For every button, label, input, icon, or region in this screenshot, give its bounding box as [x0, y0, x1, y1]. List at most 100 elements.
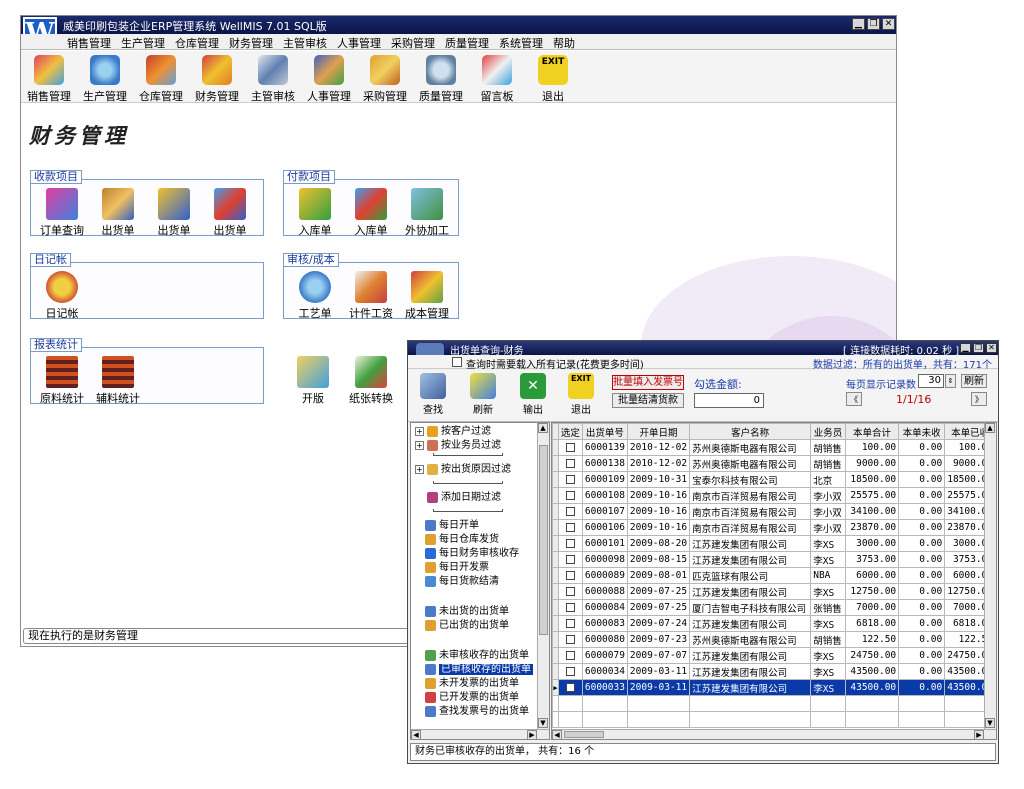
- table-row[interactable]: 6000084 2009-07-25 厦门吉智电子科技有限公司 张销售 7000.00 0…: [552, 599, 996, 616]
- toolbar-message-board[interactable]: 留言板: [469, 53, 525, 103]
- row-select-cell[interactable]: [557, 567, 583, 584]
- table-row[interactable]: 6000101 2009-08-20 江苏建发集团有限公司 李XS 3000.00 0.0…: [552, 535, 996, 552]
- row-select-cell[interactable]: [557, 679, 583, 696]
- journal-button[interactable]: 日记帐: [34, 271, 90, 321]
- menu-hr[interactable]: 人事管理: [337, 35, 381, 51]
- stock-in-button[interactable]: 入库单: [287, 188, 343, 238]
- per-page-spinner[interactable]: ⇕: [945, 374, 956, 388]
- menu-finance[interactable]: 财务管理: [229, 35, 273, 51]
- col-header[interactable]: 业务员: [810, 423, 846, 440]
- table-row[interactable]: 6000089 2009-08-01 匹克篮球有限公司 NBA 6000.00 0.00 6…: [552, 567, 996, 584]
- paper-convert-button[interactable]: 纸张转换: [343, 356, 399, 406]
- batch-invoice-button[interactable]: 批量填入发票号: [612, 375, 684, 390]
- row-checkbox[interactable]: [565, 539, 575, 548]
- row-select-cell[interactable]: [557, 439, 583, 456]
- toolbar-warehouse[interactable]: 仓库管理: [133, 53, 189, 103]
- minimize-button[interactable]: ▁: [852, 18, 865, 30]
- row-select-cell[interactable]: [557, 631, 583, 648]
- batch-settle-button[interactable]: 批量结清货款: [612, 393, 684, 408]
- per-page-input[interactable]: 30: [918, 374, 944, 388]
- tree-item[interactable]: 每日财务审核收存: [425, 547, 519, 561]
- tree-item[interactable]: 添加日期过滤: [415, 491, 501, 505]
- row-checkbox[interactable]: [565, 667, 575, 676]
- table-row[interactable]: 6000109 2009-10-31 宝泰尔科技有限公司 北京 18500.00 0.00…: [552, 471, 996, 488]
- scroll-left-arrow[interactable]: ◀: [552, 730, 562, 739]
- toolbar-hr[interactable]: 人事管理: [301, 53, 357, 103]
- tree-item[interactable]: 查找发票号的出货单: [425, 705, 529, 719]
- scroll-right-arrow[interactable]: ▶: [974, 730, 984, 739]
- row-select-cell[interactable]: [557, 663, 583, 680]
- table-row[interactable]: 6000108 2009-10-16 南京市百洋贸易有限公司 李小双 25575.00 0…: [552, 487, 996, 504]
- tree-item[interactable]: 已审核收存的出货单: [425, 663, 533, 677]
- row-select-cell[interactable]: [557, 471, 583, 488]
- scroll-down-arrow[interactable]: ▼: [985, 718, 995, 728]
- table-row[interactable]: 6000139 2010-12-02 苏州奥德斯电器有限公司 胡销售 100.00 0.0…: [552, 439, 996, 456]
- row-select-cell[interactable]: [557, 455, 583, 472]
- row-select-cell[interactable]: [557, 599, 583, 616]
- row-select-cell[interactable]: [557, 503, 583, 520]
- filter-dropdown-line[interactable]: [433, 481, 503, 484]
- menu-quality[interactable]: 质量管理: [445, 35, 489, 51]
- next-page-button[interactable]: 》: [971, 392, 987, 406]
- tree-item[interactable]: + 按业务员过滤: [415, 439, 501, 453]
- table-row[interactable]: 6000080 2009-07-23 苏州奥德斯电器有限公司 胡销售 122.50 0.0…: [552, 631, 996, 648]
- col-header[interactable]: 开单日期: [626, 423, 691, 440]
- tree-item[interactable]: + 按出货原因过滤: [415, 463, 511, 477]
- scroll-up-arrow[interactable]: ▲: [985, 423, 995, 433]
- dialog-close-button[interactable]: ✕: [986, 343, 997, 353]
- menu-purchase[interactable]: 采购管理: [391, 35, 435, 51]
- scroll-right-arrow[interactable]: ▶: [527, 730, 537, 739]
- toolbar-sales[interactable]: 销售管理: [21, 53, 77, 103]
- toolbar-exit[interactable]: EXIT 退出: [525, 53, 581, 103]
- menu-sales[interactable]: 销售管理: [67, 35, 111, 51]
- table-row[interactable]: ▶ 6000033 2009-03-11 江苏建发集团有限公司 李XS 43500.00 0…: [552, 679, 996, 696]
- table-row[interactable]: 6000088 2009-07-25 江苏建发集团有限公司 李XS 12750.00 0.…: [552, 583, 996, 600]
- piece-wage-button[interactable]: 计件工资: [343, 271, 399, 321]
- material-stats-button[interactable]: 原料统计: [34, 356, 90, 406]
- row-select-cell[interactable]: [557, 535, 583, 552]
- col-header[interactable]: 出货单号: [581, 423, 628, 440]
- row-checkbox[interactable]: [565, 443, 575, 452]
- filter-dropdown-line[interactable]: [433, 453, 503, 456]
- dialog-restore-button[interactable]: ❐: [973, 343, 984, 353]
- expand-icon[interactable]: +: [415, 426, 424, 436]
- row-checkbox[interactable]: [565, 587, 575, 596]
- outsourcing-button[interactable]: 外协加工: [399, 188, 455, 238]
- tree-item[interactable]: 每日仓库发货: [425, 533, 499, 547]
- dialog-minimize-button[interactable]: ▁: [960, 343, 971, 353]
- toolbar-quality[interactable]: 质量管理: [413, 53, 469, 103]
- row-checkbox[interactable]: [565, 555, 575, 564]
- scroll-up-arrow[interactable]: ▲: [538, 423, 548, 433]
- row-checkbox[interactable]: [565, 619, 575, 628]
- col-header[interactable]: 选定: [557, 423, 583, 440]
- grid-horizontal-scrollbar[interactable]: ◀ ▶: [552, 729, 996, 739]
- table-row[interactable]: 6000138 2010-12-02 苏州奥德斯电器有限公司 胡销售 9000.00 0.…: [552, 455, 996, 472]
- prev-page-button[interactable]: 《: [846, 392, 862, 406]
- row-checkbox[interactable]: [565, 651, 575, 660]
- delivery-note-button-2[interactable]: 出货单: [146, 188, 202, 238]
- expand-icon[interactable]: +: [415, 464, 424, 474]
- cost-management-button[interactable]: 成本管理: [399, 271, 455, 321]
- delivery-note-button[interactable]: 出货单: [90, 188, 146, 238]
- refresh-button[interactable]: 刷新: [462, 373, 504, 416]
- toolbar-finance[interactable]: 财务管理: [189, 53, 245, 103]
- menu-help[interactable]: 帮助: [553, 35, 575, 51]
- tree-item[interactable]: 已开发票的出货单: [425, 691, 519, 705]
- load-all-checkbox[interactable]: [452, 357, 462, 367]
- row-checkbox[interactable]: [565, 475, 575, 484]
- tree-horizontal-scrollbar[interactable]: ◀ ▶: [411, 729, 549, 739]
- row-checkbox[interactable]: [565, 635, 575, 644]
- filter-dropdown-line[interactable]: [433, 509, 503, 512]
- tree-item[interactable]: + 按客户过滤: [415, 425, 491, 439]
- toolbar-purchase[interactable]: 采购管理: [357, 53, 413, 103]
- tree-item[interactable]: 未开发票的出货单: [425, 677, 519, 691]
- process-sheet-button[interactable]: 工艺单: [287, 271, 343, 321]
- checked-amount-field[interactable]: 0: [694, 393, 764, 408]
- scroll-left-arrow[interactable]: ◀: [411, 730, 421, 739]
- table-row[interactable]: 6000107 2009-10-16 南京市百洋贸易有限公司 李小双 34100.00 0…: [552, 503, 996, 520]
- row-checkbox[interactable]: [565, 603, 575, 612]
- export-button[interactable]: ✕ 输出: [512, 373, 554, 416]
- table-row[interactable]: 6000106 2009-10-16 南京市百洋贸易有限公司 李小双 23870.00 0…: [552, 519, 996, 536]
- tree-item[interactable]: 每日开单: [425, 519, 479, 533]
- toolbar-production[interactable]: 生产管理: [77, 53, 133, 103]
